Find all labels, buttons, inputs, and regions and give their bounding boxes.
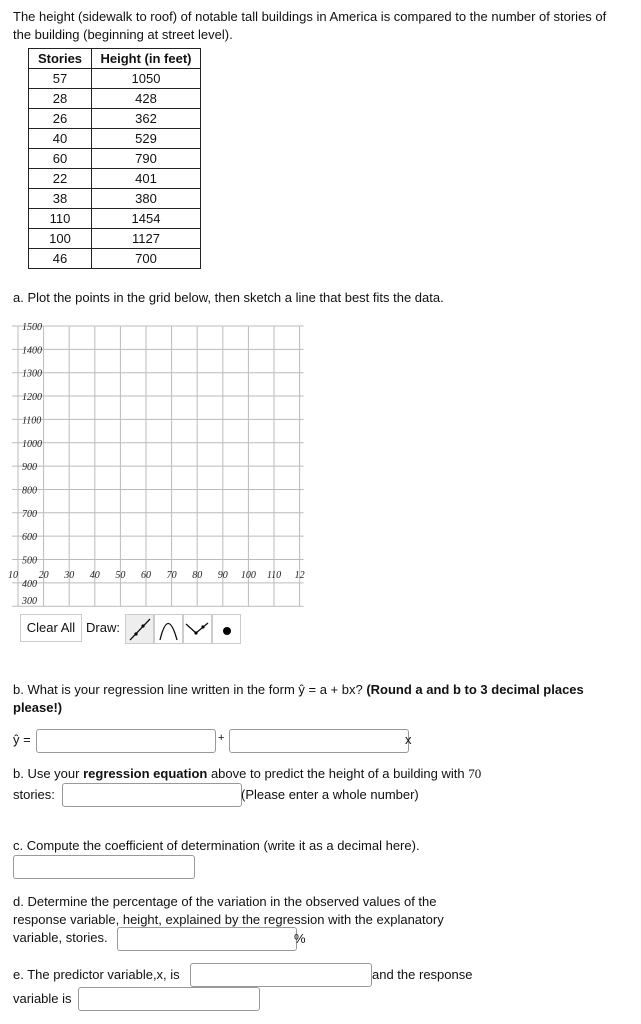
- height-cell: 1050: [91, 68, 201, 89]
- x-label: x: [405, 732, 412, 747]
- height-cell: 401: [91, 168, 201, 189]
- y-tick-label: 700: [22, 509, 37, 520]
- percentage-input[interactable]: [117, 927, 297, 951]
- y-tick-label: 1400: [22, 345, 42, 356]
- data-table: Stories Height (in feet) 57 1050 28 428 26 36…: [28, 48, 201, 269]
- stories-cell: 110: [28, 208, 92, 229]
- part-b2-pre: b. Use your: [13, 766, 84, 781]
- percent-label: %: [294, 931, 306, 946]
- x-tick-label: 50: [115, 570, 125, 581]
- part-b-question: b. What is your regression line written …: [13, 681, 613, 717]
- y-tick-label: 900: [22, 462, 37, 473]
- y-tick-label: 1100: [22, 415, 41, 426]
- header-stories: Stories: [28, 48, 92, 69]
- table-row: 38 380: [28, 188, 201, 209]
- draw-label: Draw:: [86, 620, 120, 635]
- plus-label: +: [218, 732, 225, 744]
- stories-cell: 100: [28, 228, 92, 249]
- part-e-text2: and the response: [372, 967, 473, 982]
- r-squared-input[interactable]: [13, 855, 195, 879]
- y-tick-label: 1300: [22, 369, 42, 380]
- x-tick-label: 80: [192, 570, 202, 581]
- y-tick-label: 500: [22, 556, 37, 567]
- part-b2-post: above to predict the height of a buildin…: [207, 766, 469, 781]
- part-b2-text: b. Use your regression equation above to…: [13, 766, 481, 782]
- stories-cell: 57: [28, 68, 92, 89]
- y-tick-label: 1500: [22, 322, 42, 333]
- x-tick-label: 90: [218, 570, 228, 581]
- x-tick-label: 110: [267, 570, 281, 581]
- y-tick-label: 300: [21, 596, 37, 607]
- stories-cell: 40: [28, 128, 92, 149]
- point-tool-icon[interactable]: [212, 614, 241, 644]
- part-c-text: c. Compute the coefficient of determinat…: [13, 838, 420, 853]
- table-row: 28 428: [28, 88, 201, 109]
- height-cell: 790: [91, 148, 201, 169]
- y-tick-label: 1000: [22, 439, 42, 450]
- y-tick-label: 800: [22, 485, 37, 496]
- table-row: 22 401: [28, 168, 201, 189]
- stories-cell: 38: [28, 188, 92, 209]
- response-input[interactable]: [78, 987, 260, 1011]
- y-tick-label: 400: [22, 579, 37, 590]
- height-cell: 700: [91, 248, 201, 269]
- table-row: 26 362: [28, 108, 201, 129]
- stories-cell: 28: [28, 88, 92, 109]
- x-tick-label: 70: [167, 570, 177, 581]
- absolute-value-tool-icon[interactable]: [183, 614, 212, 644]
- part-b2-bold: regression equation: [83, 766, 208, 781]
- part-b2-num: 70: [468, 766, 482, 781]
- clear-all-button[interactable]: Clear All: [20, 614, 82, 642]
- x-tick-label: 30: [63, 570, 74, 581]
- line-tool-icon[interactable]: [125, 614, 154, 644]
- whole-number-note: (Please enter a whole number): [241, 787, 419, 802]
- table-row: 110 1454: [28, 208, 201, 229]
- predictor-input[interactable]: [190, 963, 372, 987]
- height-cell: 1127: [91, 228, 201, 249]
- height-cell: 380: [91, 188, 201, 209]
- plot-grid[interactable]: 10 20 30 40 50 60 70 80 90 100 110 12 1500 1400 1300 12…: [0, 315, 310, 615]
- stories-cell: 60: [28, 148, 92, 169]
- table-row: 46 700: [28, 248, 201, 269]
- height-cell: 428: [91, 88, 201, 109]
- stories-cell: 46: [28, 248, 92, 269]
- part-e-text1: e. The predictor variable,x, is: [13, 967, 180, 982]
- y-tick-label: 1200: [22, 392, 42, 403]
- y-tick-label: 600: [22, 532, 37, 543]
- part-a-text: a. Plot the points in the grid below, th…: [13, 290, 444, 305]
- x-tick-label: 10: [8, 570, 18, 581]
- part-e-text3: variable is: [13, 991, 72, 1006]
- x-tick-label: 20: [39, 570, 49, 581]
- parabola-tool-icon[interactable]: [154, 614, 183, 644]
- intro-text: The height (sidewalk to roof) of notable…: [13, 9, 607, 42]
- yhat-label: ŷ =: [13, 732, 31, 747]
- x-tick-label: 12: [295, 570, 305, 581]
- part-b-text: b. What is your regression line written …: [13, 682, 367, 697]
- table-row: 57 1050: [28, 68, 201, 89]
- table-row: 100 1127: [28, 228, 201, 249]
- stories-label: stories:: [13, 787, 55, 802]
- height-cell: 1454: [91, 208, 201, 229]
- x-tick-label: 40: [90, 570, 100, 581]
- predict-input[interactable]: [62, 783, 242, 807]
- table-row: 40 529: [28, 128, 201, 149]
- b-input[interactable]: [229, 729, 409, 753]
- header-height: Height (in feet): [91, 48, 201, 69]
- table-row: 60 790: [28, 148, 201, 169]
- x-tick-label: 100: [241, 570, 256, 581]
- stories-cell: 26: [28, 108, 92, 129]
- stories-cell: 22: [28, 168, 92, 189]
- height-cell: 529: [91, 128, 201, 149]
- height-cell: 362: [91, 108, 201, 129]
- a-input[interactable]: [36, 729, 216, 753]
- x-tick-label: 60: [141, 570, 151, 581]
